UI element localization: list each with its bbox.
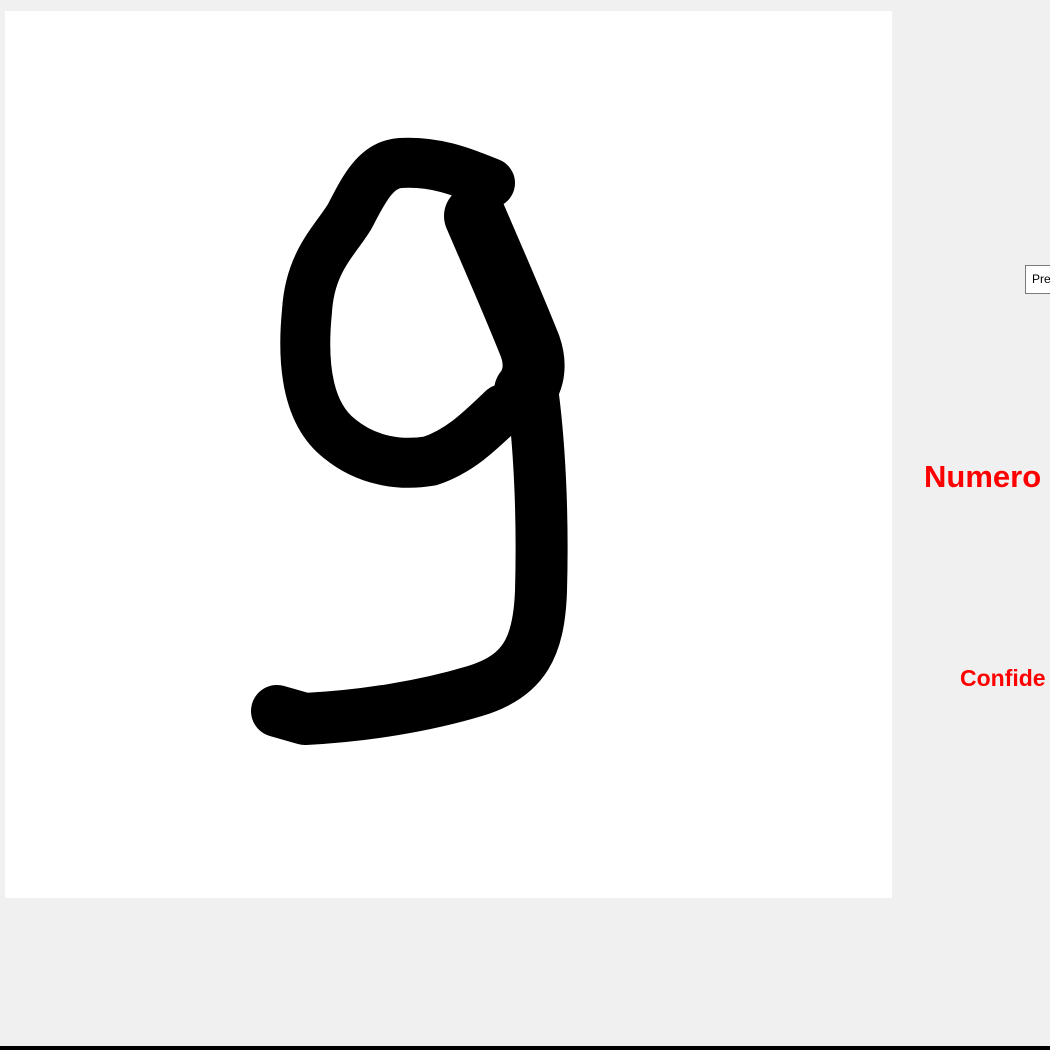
confidence-label: Confide: [960, 665, 1046, 691]
predict-button[interactable]: Pre: [1025, 265, 1050, 294]
digit-diagonal-stroke: [444, 185, 565, 422]
handwritten-digit-drawing: [251, 137, 568, 745]
predicted-number-label: Numero: [924, 459, 1042, 494]
window-bottom-border: [0, 1046, 1050, 1050]
digit-recognizer-window: Pre Numero Confide: [0, 0, 1050, 1050]
drawing-canvas[interactable]: [5, 11, 892, 898]
